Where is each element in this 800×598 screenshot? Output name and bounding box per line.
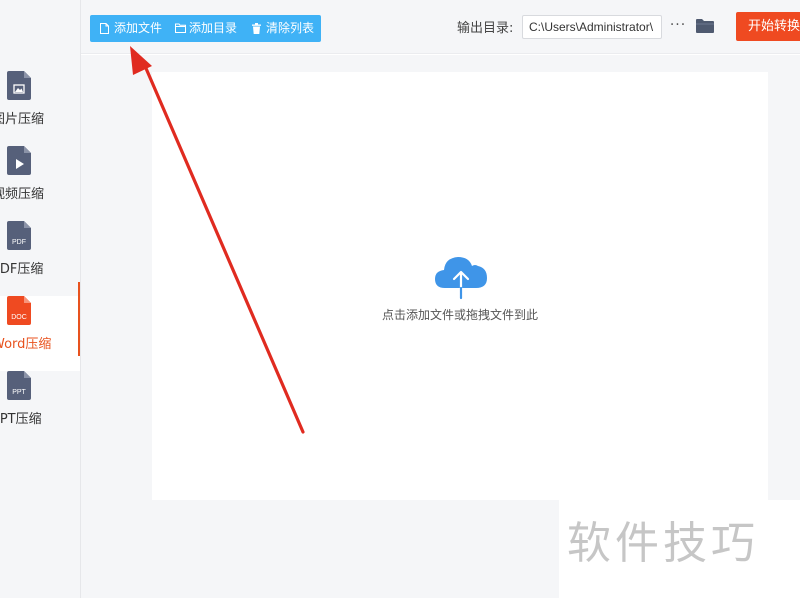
add-file-label: 添加文件 xyxy=(114,21,163,35)
sidebar-item-image-compress[interactable]: 图片压缩 xyxy=(0,71,80,146)
output-dir-input[interactable]: C:\Users\Administrator\ xyxy=(522,15,662,39)
folder-outline-icon xyxy=(175,23,186,33)
cloud-upload-icon xyxy=(435,257,487,300)
sidebar-item-pdf-compress[interactable]: PDF PDF压缩 xyxy=(0,221,80,296)
sidebar-item-label: 视频压缩 xyxy=(0,187,45,202)
browse-more-button[interactable]: ··· xyxy=(668,15,688,39)
open-folder-icon[interactable] xyxy=(695,16,715,36)
doc-file-icon: DOC xyxy=(7,296,31,325)
sidebar-item-label: 图片压缩 xyxy=(0,112,45,127)
add-file-button[interactable]: 添加文件 xyxy=(100,15,170,42)
panel-gap xyxy=(768,72,800,478)
file-badge: DOC xyxy=(11,314,27,321)
start-convert-button[interactable]: 开始转换 xyxy=(736,12,800,41)
main-area: 点击添加文件或拖拽文件到此 软件技巧 xyxy=(81,55,800,598)
video-file-icon xyxy=(7,146,31,175)
sidebar: 图片压缩 视频压缩 PDF PDF压缩 DOC Word压缩 PPT xyxy=(0,0,81,598)
drop-hint-text: 点击添加文件或拖拽文件到此 xyxy=(381,308,538,322)
image-file-icon xyxy=(7,71,31,100)
watermark-text: 软件技巧 xyxy=(567,518,759,569)
sidebar-item-video-compress[interactable]: 视频压缩 xyxy=(0,146,80,221)
add-directory-label: 添加目录 xyxy=(189,21,238,35)
add-directory-button[interactable]: 添加目录 xyxy=(175,15,245,42)
sidebar-item-label: PDF压缩 xyxy=(0,262,44,277)
sidebar-item-label: Word压缩 xyxy=(0,337,52,352)
clear-list-label: 清除列表 xyxy=(266,21,315,35)
file-drop-zone[interactable]: 点击添加文件或拖拽文件到此 xyxy=(152,72,768,500)
file-action-group: 添加文件 添加目录 清除列表 xyxy=(90,15,321,42)
file-icon xyxy=(100,23,109,34)
file-badge: PPT xyxy=(12,389,26,396)
sidebar-item-ppt-compress[interactable]: PPT PPT压缩 xyxy=(0,371,80,446)
ppt-file-icon: PPT xyxy=(7,371,31,400)
sidebar-item-word-compress[interactable]: DOC Word压缩 xyxy=(0,282,80,371)
trash-icon xyxy=(252,23,261,34)
pdf-file-icon: PDF xyxy=(7,221,31,250)
sidebar-item-label: PPT压缩 xyxy=(0,412,42,427)
clear-list-button[interactable]: 清除列表 xyxy=(252,15,318,42)
output-dir-label: 输出目录: xyxy=(457,21,514,36)
top-toolbar: 添加文件 添加目录 清除列表 输出目录: C:\Users\Administra… xyxy=(81,0,800,54)
file-badge: PDF xyxy=(12,239,26,246)
